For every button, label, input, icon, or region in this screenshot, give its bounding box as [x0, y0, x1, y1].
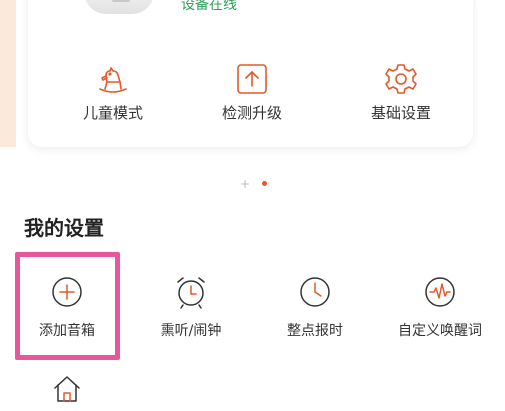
custom-wake-word-button[interactable]: 自定义唤醒词: [380, 274, 500, 340]
alarm-clock-icon: [173, 274, 209, 310]
rocking-horse-icon: [96, 62, 130, 96]
children-mode-label: 儿童模式: [82, 104, 143, 122]
clock-icon: [297, 274, 333, 310]
check-upgrade-button[interactable]: 检测升级: [192, 62, 312, 123]
waveform-icon: [422, 274, 458, 310]
custom-wake-word-label: 自定义唤醒词: [398, 323, 482, 339]
add-speaker-highlight: [15, 252, 120, 360]
hourly-chime-button[interactable]: 整点报时: [255, 274, 375, 340]
my-settings-title: 我的设置: [24, 216, 104, 240]
children-mode-button[interactable]: 儿童模式: [53, 62, 173, 123]
home-icon[interactable]: [52, 374, 82, 404]
page-dot-active: [262, 181, 267, 186]
device-status: 设备在线: [181, 0, 237, 13]
upgrade-icon: [235, 62, 269, 96]
left-edge-strip: [0, 0, 16, 147]
gear-icon: [384, 62, 418, 96]
speaker-image: [84, 0, 154, 14]
alarm-clock-label: 熏听/闹钟: [160, 323, 222, 339]
basic-settings-button[interactable]: 基础设置: [341, 62, 461, 123]
basic-settings-label: 基础设置: [370, 104, 431, 122]
alarm-clock-button[interactable]: 熏听/闹钟: [131, 274, 251, 340]
hourly-chime-label: 整点报时: [287, 323, 343, 339]
check-upgrade-label: 检测升级: [221, 104, 282, 122]
page-dot-inactive: +: [240, 177, 251, 191]
page-indicator: +: [0, 178, 505, 190]
